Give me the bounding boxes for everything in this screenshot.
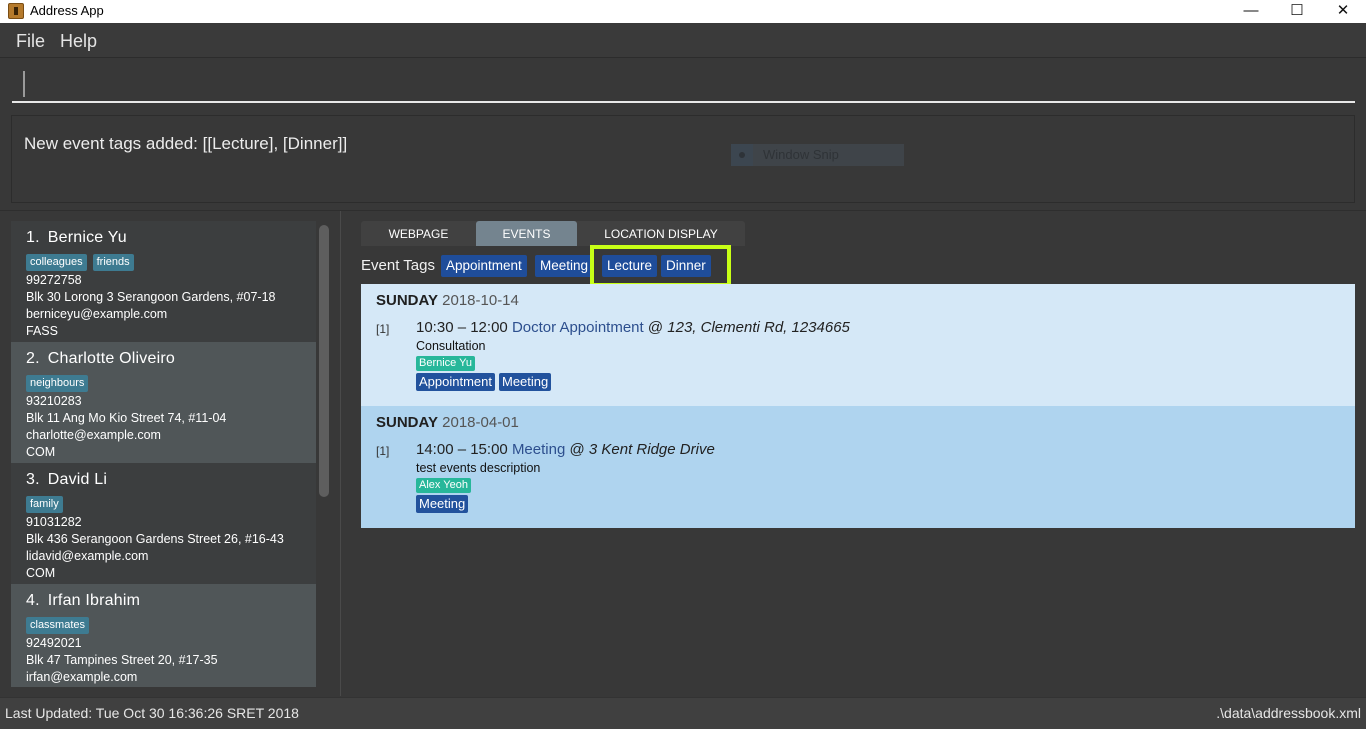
event-person: Bernice Yu [416, 356, 476, 371]
events-list: SUNDAY 2018-10-14 [1] 10:30 – 12:00 Doct… [361, 284, 1355, 528]
minimize-button[interactable]: — [1228, 0, 1274, 23]
person-list-scrollbar[interactable] [319, 225, 329, 497]
last-updated-status: Last Updated: Tue Oct 30 16:36:26 SRET 2… [5, 705, 299, 721]
person-address: Blk 47 Tampines Street 20, #17-35 [26, 653, 218, 667]
window-title: Address App [30, 3, 104, 18]
event-time: 10:30 – 12:00 [416, 319, 508, 336]
file-path-status: .\data\addressbook.xml [1216, 705, 1361, 721]
person-address: Blk 11 Ang Mo Kio Street 74, #11-04 [26, 411, 227, 425]
event-description: Consultation [416, 339, 486, 353]
person-card[interactable]: 3. David Li family 91031282 Blk 436 Seran… [11, 463, 316, 584]
event-time: 14:00 – 15:00 [416, 441, 508, 458]
tab-events[interactable]: EVENTS [476, 221, 577, 246]
menu-help[interactable]: Help [60, 31, 97, 52]
person-card[interactable]: 2. Charlotte Oliveiro neighbours 93210283… [11, 342, 316, 463]
event-at: @ [569, 441, 585, 458]
person-email: berniceyu@example.com [26, 307, 168, 321]
event-person: Alex Yeoh [416, 478, 471, 493]
person-email: lidavid@example.com [26, 549, 149, 563]
day-name: SUNDAY [376, 414, 438, 431]
text-caret [23, 71, 25, 97]
person-index: 4. [26, 592, 40, 609]
day-date: 2018-10-14 [442, 292, 519, 309]
event-at: @ [647, 319, 664, 336]
tab-bar: WEBPAGE EVENTS LOCATION DISPLAY [361, 221, 745, 246]
person-phone: 92492021 [26, 636, 82, 650]
person-index: 1. [26, 229, 40, 246]
person-faculty: FASS [26, 324, 58, 338]
day-date: 2018-04-01 [442, 414, 519, 431]
tab-location-display[interactable]: LOCATION DISPLAY [577, 221, 745, 246]
person-name: Charlotte Oliveiro [47, 350, 175, 367]
person-index: 3. [26, 471, 40, 488]
menu-bar: File Help [0, 23, 1366, 58]
person-faculty: COM [26, 445, 56, 459]
event-tags-label: Event Tags [361, 257, 435, 274]
minimize-icon: — [1243, 2, 1259, 19]
snip-icon [731, 144, 753, 166]
event-tag: Appointment [416, 373, 495, 391]
result-text: New event tags added: [[Lecture], [Dinne… [24, 134, 348, 153]
person-tag: colleagues [26, 254, 87, 271]
event-tag: Meeting [499, 373, 552, 391]
day-group: SUNDAY 2018-04-01 [1] 14:00 – 15:00 Meet… [361, 406, 1355, 528]
browser-panel: WEBPAGE EVENTS LOCATION DISPLAY Event Ta… [342, 211, 1366, 696]
event-tag: Meeting [416, 495, 469, 513]
highlight-box [590, 245, 731, 287]
day-group: SUNDAY 2018-10-14 [1] 10:30 – 12:00 Doct… [361, 284, 1355, 406]
person-list[interactable]: 1. Bernice Yu colleagues friends 99272758 … [11, 221, 316, 687]
person-phone: 93210283 [26, 394, 82, 408]
event-title: Doctor Appointment [511, 319, 644, 336]
event-location: 3 Kent Ridge Drive [588, 441, 715, 458]
person-tag: neighbours [26, 375, 89, 392]
person-email: charlotte@example.com [26, 428, 161, 442]
event-title: Meeting [511, 441, 566, 458]
result-display-panel: New event tags added: [[Lecture], [Dinne… [0, 109, 1366, 211]
app-icon [8, 3, 24, 19]
command-box [0, 59, 1366, 109]
day-name: SUNDAY [376, 292, 438, 309]
person-name: Irfan Ibrahim [47, 592, 141, 609]
person-name: Bernice Yu [47, 229, 127, 246]
person-email: irfan@example.com [26, 670, 138, 684]
person-card[interactable]: 4. Irfan Ibrahim classmates 92492021 Blk … [11, 584, 316, 687]
close-icon: ✕ [1336, 2, 1350, 19]
menu-file[interactable]: File [16, 31, 45, 52]
event-location: 123, Clementi Rd, 1234665 [667, 319, 850, 336]
maximize-icon: ☐ [1290, 2, 1304, 19]
person-card[interactable]: 1. Bernice Yu colleagues friends 99272758 … [11, 221, 316, 342]
event-description: test events description [416, 461, 541, 475]
person-phone: 91031282 [26, 515, 82, 529]
person-tag: classmates [26, 617, 90, 634]
person-address: Blk 30 Lorong 3 Serangoon Gardens, #07-1… [26, 290, 276, 304]
status-bar: Last Updated: Tue Oct 30 16:36:26 SRET 2… [0, 697, 1366, 729]
person-faculty: COM [26, 566, 56, 580]
person-list-panel: 1. Bernice Yu colleagues friends 99272758 … [0, 211, 341, 696]
result-display: New event tags added: [[Lecture], [Dinne… [11, 115, 1355, 203]
maximize-button[interactable]: ☐ [1274, 0, 1320, 23]
event-index: [1] [376, 444, 390, 458]
event-tag-appointment: Appointment [441, 255, 527, 277]
window-titlebar: Address App — ☐ ✕ [0, 0, 1366, 23]
command-input[interactable] [12, 67, 1355, 103]
person-phone: 99272758 [26, 273, 82, 287]
person-index: 2. [26, 350, 40, 367]
close-button[interactable]: ✕ [1320, 0, 1366, 23]
person-tag: friends [92, 254, 134, 271]
person-name: David Li [47, 471, 108, 488]
event-index: [1] [376, 322, 390, 336]
event-tag-meeting: Meeting [535, 255, 594, 277]
tab-webpage[interactable]: WEBPAGE [361, 221, 476, 246]
window-snip-overlay: Window Snip [731, 144, 904, 166]
window-snip-label: Window Snip [763, 147, 839, 162]
person-tag: family [26, 496, 63, 513]
person-address: Blk 436 Serangoon Gardens Street 26, #16… [26, 532, 284, 546]
